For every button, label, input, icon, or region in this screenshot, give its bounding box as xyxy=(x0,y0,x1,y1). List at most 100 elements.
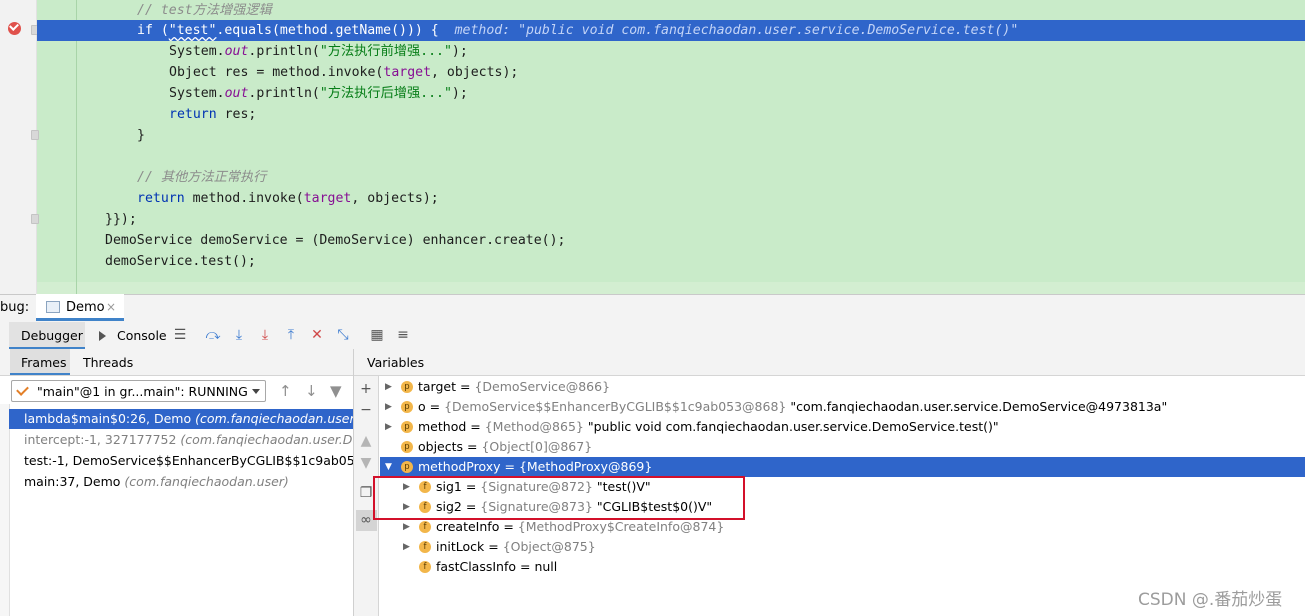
code-token: method: "public void com.fanqiechaodan.u… xyxy=(454,23,1019,38)
expanded-arrow-icon[interactable]: ▼ xyxy=(385,457,392,477)
glasses-icon[interactable]: ∞ xyxy=(359,512,373,528)
arrow-down-icon[interactable]: ↓ xyxy=(305,382,318,400)
variable-text: initLock = {Object@875} xyxy=(436,539,596,554)
variable-value: "public void com.fanqiechaodan.user.serv… xyxy=(587,419,999,434)
code-line[interactable]: Object res = method.invoke(target, objec… xyxy=(37,62,1305,83)
parameter-badge-icon: p xyxy=(401,381,413,393)
code-token: .println( xyxy=(248,86,320,101)
code-line-current[interactable]: if ("test".equals(method.getName())) { m… xyxy=(37,20,1305,41)
force-step-into-icon[interactable]: ⤓ xyxy=(256,326,274,344)
field-badge-icon: f xyxy=(419,541,431,553)
code-token: }}); xyxy=(105,212,137,227)
thread-selector-value: "main"@1 in gr...main": RUNNING xyxy=(37,384,248,399)
code-line[interactable]: }}); xyxy=(37,209,1305,230)
frame-method: test:-1, DemoService$$EnhancerByCGLIB$$1… xyxy=(24,453,353,468)
move-down-icon[interactable]: ▼ xyxy=(359,455,373,471)
frame-item[interactable]: test:-1, DemoService$$EnhancerByCGLIB$$1… xyxy=(9,451,353,471)
code-token: out xyxy=(224,44,249,59)
code-token: // 其他方法正常执行 xyxy=(137,170,267,185)
watermark: CSDN @.番茄炒蛋 xyxy=(1138,590,1283,610)
variables-title: Variables xyxy=(367,355,425,370)
variable-text: createInfo = {MethodProxy$CreateInfo@874… xyxy=(436,519,725,534)
code-token: ); xyxy=(451,44,468,59)
expand-arrow-icon[interactable]: ▶ xyxy=(403,537,410,557)
expand-arrow-icon[interactable]: ▶ xyxy=(385,397,392,417)
move-up-icon[interactable]: ▲ xyxy=(359,433,373,449)
copy-icon[interactable]: ❐ xyxy=(359,485,373,501)
code-token: // test方法增强逻辑 xyxy=(137,3,272,18)
variable-row[interactable]: ▶ f createInfo = {MethodProxy$CreateInfo@8… xyxy=(380,517,1305,537)
variable-row[interactable]: ▼ p methodProxy = {MethodProxy@869} xyxy=(380,457,1305,477)
variable-row[interactable]: ▶ p o = {DemoService$$EnhancerByCGLIB$$1c9… xyxy=(380,397,1305,417)
code-token: .equals(method.getName())) { xyxy=(216,23,455,38)
variables-header xyxy=(354,349,1305,376)
variable-name: objects xyxy=(418,439,464,454)
code-line[interactable]: // test方法增强逻辑 xyxy=(37,0,1305,21)
remove-watch-icon[interactable]: − xyxy=(359,402,373,418)
variable-value: null xyxy=(534,559,558,574)
code-line[interactable]: } xyxy=(37,125,1305,146)
trace-icon[interactable]: ≡ xyxy=(394,326,412,344)
arrow-up-icon[interactable]: ↑ xyxy=(279,382,292,400)
variable-type: {Method@865} xyxy=(484,419,584,434)
tab-console[interactable]: Console xyxy=(117,328,167,343)
code-token: target xyxy=(303,191,352,206)
highlight-box xyxy=(373,476,745,520)
expand-arrow-icon[interactable]: ▶ xyxy=(403,517,410,537)
variable-row[interactable]: p objects = {Object[0]@867} xyxy=(380,437,1305,457)
code-token: , objects); xyxy=(431,65,519,80)
code-line[interactable]: return res; xyxy=(37,104,1305,125)
parameter-badge-icon: p xyxy=(401,461,413,473)
code-token: method.invoke( xyxy=(184,191,304,206)
code-line[interactable]: DemoService demoService = (DemoService) … xyxy=(37,230,1305,251)
variable-row[interactable]: ▶ p method = {Method@865} "public void com… xyxy=(380,417,1305,437)
step-over-icon[interactable]: ⤼ xyxy=(204,326,222,344)
frame-item[interactable]: intercept:-1, 327177752 (com.fanqiechaod… xyxy=(9,430,353,450)
add-watch-icon[interactable]: + xyxy=(359,381,373,397)
expand-arrow-icon[interactable]: ▶ xyxy=(385,377,392,397)
code-line[interactable]: System.out.println("方法执行前增强..."); xyxy=(37,41,1305,62)
filter-icon[interactable]: ▼ xyxy=(330,382,342,400)
code-line[interactable]: // 其他方法正常执行 xyxy=(37,167,1305,188)
field-badge-icon: f xyxy=(419,561,431,573)
code-line[interactable]: return method.invoke(target, objects); xyxy=(37,188,1305,209)
parameter-badge-icon: p xyxy=(401,401,413,413)
frame-item[interactable]: main:37, Demo (com.fanqiechaodan.user) xyxy=(9,472,353,492)
tab-close-icon[interactable]: × xyxy=(106,300,116,314)
variable-name: initLock xyxy=(436,539,485,554)
frame-method: main:37, Demo xyxy=(24,474,125,489)
variable-row[interactable]: f fastClassInfo = null xyxy=(380,557,1305,577)
variable-text: fastClassInfo = null xyxy=(436,559,558,574)
debug-tool-window-header xyxy=(0,294,1305,324)
step-into-icon[interactable]: ⤓ xyxy=(230,326,248,344)
variable-name: createInfo xyxy=(436,519,500,534)
variable-value: "com.fanqiechaodan.user.service.DemoServ… xyxy=(790,399,1168,414)
parameter-badge-icon: p xyxy=(401,441,413,453)
debug-toolbar xyxy=(0,322,1305,350)
editor-gutter[interactable] xyxy=(0,0,39,294)
parameter-badge-icon: p xyxy=(401,421,413,433)
evaluate-icon[interactable]: ▦ xyxy=(368,326,386,344)
drop-frame-icon[interactable]: ✕ xyxy=(308,326,326,344)
frame-item[interactable]: lambda$main$0:26, Demo (com.fanqiechaoda… xyxy=(9,409,353,429)
code-token: .println( xyxy=(248,44,320,59)
code-line[interactable] xyxy=(37,146,1305,167)
step-out-icon[interactable]: ⤒ xyxy=(282,326,300,344)
code-line[interactable]: demoService.test(); xyxy=(37,251,1305,272)
code-token: , objects); xyxy=(351,191,439,206)
expand-arrow-icon[interactable]: ▶ xyxy=(385,417,392,437)
code-token: System. xyxy=(169,44,225,59)
code-token: Object res = method.invoke( xyxy=(169,65,384,80)
run-to-cursor-icon[interactable]: ⤡ xyxy=(334,326,352,344)
variable-name: fastClassInfo xyxy=(436,559,517,574)
variable-row[interactable]: ▶ f initLock = {Object@875} xyxy=(380,537,1305,557)
code-token: res; xyxy=(216,107,257,122)
variable-type: {Object[0]@867} xyxy=(481,439,593,454)
tab-threads[interactable]: Threads xyxy=(83,355,133,370)
frame-class: (com.fanqiechaodan.user.Demo$ xyxy=(180,432,353,447)
code-token: "test" xyxy=(168,23,217,38)
variable-row[interactable]: ▶ p target = {DemoService@866} xyxy=(380,377,1305,397)
menu-icon[interactable]: ☰ xyxy=(171,326,189,344)
code-line[interactable]: System.out.println("方法执行后增强..."); xyxy=(37,83,1305,104)
code-token: target xyxy=(383,65,432,80)
